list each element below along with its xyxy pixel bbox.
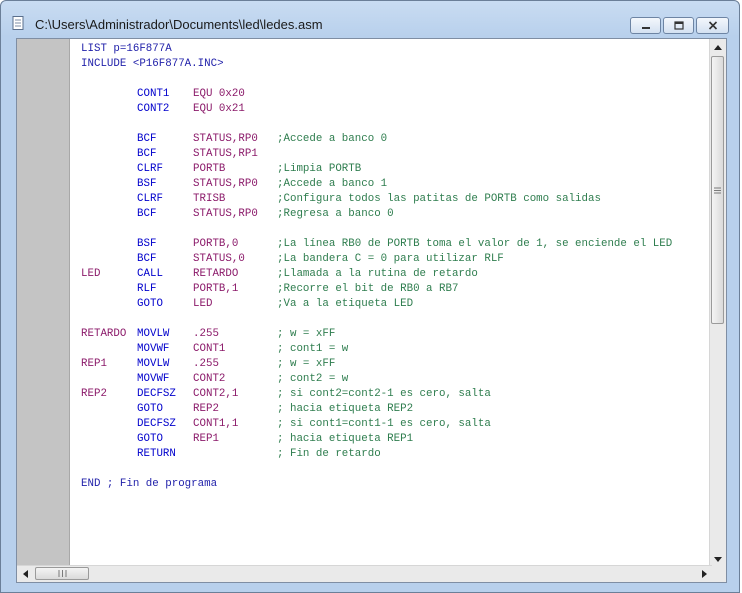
code-instruction: GOTO: [137, 403, 163, 415]
window-title: C:\Users\Administrador\Documents\led\led…: [35, 17, 323, 32]
code-comment: ;Regresa a banco 0: [277, 208, 394, 220]
code-operand: CONT1,1: [193, 418, 239, 430]
code-operand: CONT2,1: [193, 388, 239, 400]
scrollbar-corner: [710, 566, 726, 582]
code-instruction: BSF: [137, 238, 157, 250]
code-instruction: BCF: [137, 148, 157, 160]
code-instruction: BCF: [137, 253, 157, 265]
code-operand: .255: [193, 328, 219, 340]
code-comment: ; cont2 = w: [277, 373, 349, 385]
code-editor[interactable]: LIST p=16F877A INCLUDE <P16F877A.INC> CONT…: [70, 39, 712, 567]
code-operand: PORTB: [193, 163, 226, 175]
code-operand: STATUS,RP0: [193, 208, 258, 220]
vertical-scrollbar[interactable]: [709, 39, 726, 567]
code-operand: PORTB,1: [193, 283, 239, 295]
code-instruction: CONT2: [137, 103, 170, 115]
code-comment: ; hacia etiqueta REP2: [277, 403, 414, 415]
horizontal-scroll-thumb[interactable]: [35, 567, 89, 580]
arrow-left-icon: [22, 570, 28, 578]
code-comment: ;Llamada a la rutina de retardo: [277, 268, 478, 280]
editor-client: LIST p=16F877A INCLUDE <P16F877A.INC> CONT…: [16, 38, 727, 583]
code-label: END ; Fin de programa: [81, 478, 218, 490]
maximize-icon: [673, 21, 684, 30]
code-instruction: BCF: [137, 133, 157, 145]
code-instruction: CONT1: [137, 88, 170, 100]
code-instruction: CALL: [137, 268, 163, 280]
code-operand: PORTB,0: [193, 238, 239, 250]
code-operand: EQU 0x20: [193, 88, 245, 100]
code-comment: ;Accede a banco 0: [277, 133, 388, 145]
code-operand: CONT2: [193, 373, 226, 385]
code-instruction: BCF: [137, 208, 157, 220]
code-instruction: GOTO: [137, 433, 163, 445]
code-operand: STATUS,RP0: [193, 133, 258, 145]
close-button[interactable]: [696, 17, 729, 34]
code-comment: ;Limpia PORTB: [277, 163, 362, 175]
code-operand: TRISB: [193, 193, 226, 205]
scroll-left-button[interactable]: [17, 566, 33, 582]
code-label: RETARDO: [81, 328, 127, 340]
code-comment: ;Recorre el bit de RB0 a RB7: [277, 283, 459, 295]
horizontal-scrollbar[interactable]: [17, 565, 712, 582]
code-comment: ; cont1 = w: [277, 343, 349, 355]
code-operand: RETARDO: [193, 268, 239, 280]
code-label: LED: [81, 268, 101, 280]
code-comment: ; w = xFF: [277, 328, 336, 340]
code-operand: STATUS,RP0: [193, 178, 258, 190]
code-comment: ;Configura todos las patitas de PORTB co…: [277, 193, 601, 205]
code-instruction: DECFSZ: [137, 418, 176, 430]
code-instruction: CLRF: [137, 163, 163, 175]
vertical-scroll-thumb[interactable]: [711, 56, 724, 324]
code-label: REP1: [81, 358, 107, 370]
code-comment: ; hacia etiqueta REP1: [277, 433, 414, 445]
code-comment: ; w = xFF: [277, 358, 336, 370]
arrow-right-icon: [701, 570, 707, 578]
grip-icon: [58, 570, 66, 577]
code-instruction: GOTO: [137, 298, 163, 310]
document-icon: [12, 16, 24, 30]
title-bar[interactable]: C:\Users\Administrador\Documents\led\led…: [1, 1, 739, 37]
editor-window: C:\Users\Administrador\Documents\led\led…: [0, 0, 740, 593]
code-label: REP2: [81, 388, 107, 400]
minimize-button[interactable]: [630, 17, 661, 34]
code-operand: REP2: [193, 403, 219, 415]
code-operand: .255: [193, 358, 219, 370]
code-comment: ; Fin de retardo: [277, 448, 381, 460]
line-gutter[interactable]: [17, 39, 70, 567]
code-instruction: MOVWF: [137, 373, 170, 385]
code-comment: ;Accede a banco 1: [277, 178, 388, 190]
minimize-icon: [641, 26, 650, 29]
code-instruction: CLRF: [137, 193, 163, 205]
arrow-up-icon: [714, 44, 722, 50]
code-instruction: RLF: [137, 283, 157, 295]
code-comment: ;La bandera C = 0 para utilizar RLF: [277, 253, 504, 265]
code-operand: REP1: [193, 433, 219, 445]
code-comment: ; si cont1=cont1-1 es cero, salta: [277, 418, 491, 430]
scroll-up-button[interactable]: [710, 39, 726, 55]
arrow-down-icon: [714, 556, 722, 562]
code-operand: STATUS,0: [193, 253, 245, 265]
code-operand: EQU 0x21: [193, 103, 245, 115]
code-operand: LED: [193, 298, 213, 310]
code-label: LIST p=16F877A: [81, 43, 172, 55]
window-controls: [628, 17, 729, 34]
code-instruction: MOVWF: [137, 343, 170, 355]
scroll-down-button[interactable]: [710, 551, 726, 567]
close-icon: [708, 21, 717, 30]
grip-icon: [714, 187, 721, 193]
code-operand: CONT1: [193, 343, 226, 355]
code-comment: ;Va a la etiqueta LED: [277, 298, 414, 310]
code-operand: STATUS,RP1: [193, 148, 258, 160]
code-comment: ;La línea RB0 de PORTB toma el valor de …: [277, 238, 673, 250]
maximize-button[interactable]: [663, 17, 694, 34]
code-instruction: DECFSZ: [137, 388, 176, 400]
code-instruction: MOVLW: [137, 328, 170, 340]
code-instruction: RETURN: [137, 448, 176, 460]
code-label: INCLUDE <P16F877A.INC>: [81, 58, 224, 70]
code-instruction: MOVLW: [137, 358, 170, 370]
code-comment: ; si cont2=cont2-1 es cero, salta: [277, 388, 491, 400]
code-instruction: BSF: [137, 178, 157, 190]
